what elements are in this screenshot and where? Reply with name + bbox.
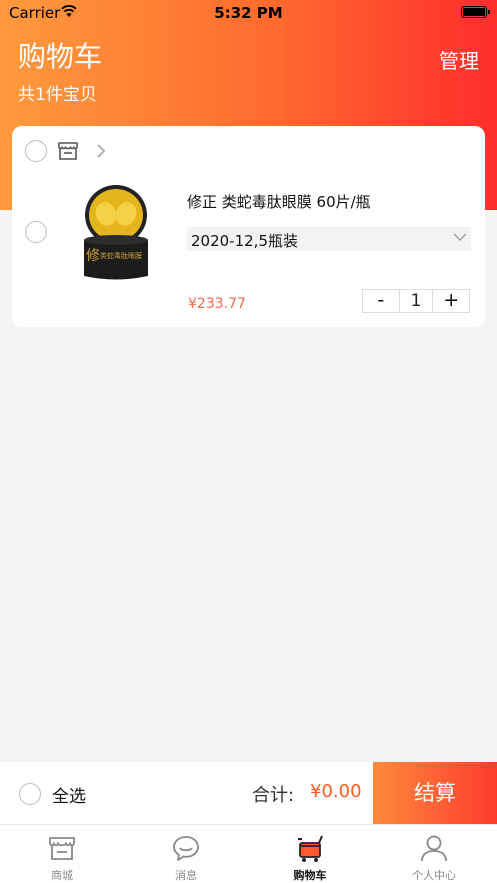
checkout-button[interactable]: 结算 — [373, 762, 497, 824]
increase-quantity-button[interactable]: + — [433, 290, 469, 312]
select-all-label[interactable]: 全选 — [52, 782, 86, 807]
product-image-label: 类蛇毒肽眼膜 — [100, 251, 142, 260]
cart-icon — [298, 835, 323, 862]
total-value: ¥0.00 — [310, 781, 362, 802]
tab-label: 个人中心 — [412, 869, 456, 882]
chat-bubble-icon — [173, 836, 199, 861]
tab-profile[interactable]: 个人中心 — [372, 825, 496, 883]
cart-store-card: 修 类蛇毒肽眼膜 修正 类蛇毒肽眼膜 60片/瓶 2020-12,5瓶装 ¥23… — [12, 126, 485, 327]
tab-label: 商城 — [51, 869, 73, 882]
tab-messages[interactable]: 消息 — [124, 825, 248, 883]
status-time: 5:32 PM — [214, 4, 283, 22]
spec-select[interactable]: 2020-12,5瓶装 — [187, 227, 471, 251]
svg-text:修: 修 — [86, 248, 100, 264]
chevron-down-icon — [453, 233, 467, 241]
tab-label: 消息 — [175, 869, 197, 882]
quantity-stepper: - 1 + — [362, 289, 470, 313]
select-all-radio[interactable] — [19, 783, 41, 805]
product-title[interactable]: 修正 类蛇毒肽眼膜 60片/瓶 — [187, 191, 371, 212]
checkout-bar: 全选 合计: ¥0.00 结算 — [0, 762, 497, 824]
item-select-radio[interactable] — [25, 221, 47, 243]
product-price: ¥233.77 — [188, 296, 246, 312]
tab-label: 购物车 — [293, 869, 327, 882]
store-select-radio[interactable] — [25, 140, 47, 162]
user-icon — [421, 835, 447, 862]
item-count: 共1件宝贝 — [18, 85, 97, 105]
tab-bar: 商城 消息 购物车 个人中心 — [0, 824, 497, 883]
total-label: 合计: — [252, 785, 295, 806]
battery-icon — [461, 6, 490, 18]
status-bar: Carrier 5:32 PM — [0, 0, 497, 26]
page-title: 购物车 — [18, 40, 103, 73]
manage-button[interactable]: 管理 — [439, 45, 479, 74]
product-image[interactable]: 修 类蛇毒肽眼膜 — [80, 184, 152, 284]
chevron-right-icon[interactable] — [95, 141, 107, 161]
store-icon — [49, 837, 75, 860]
tab-mall[interactable]: 商城 — [0, 825, 124, 883]
decrease-quantity-button[interactable]: - — [363, 290, 399, 312]
store-icon[interactable] — [56, 139, 80, 163]
quantity-input[interactable]: 1 — [398, 290, 434, 312]
tab-cart[interactable]: 购物车 — [248, 825, 372, 883]
spec-value: 2020-12,5瓶装 — [191, 232, 298, 250]
